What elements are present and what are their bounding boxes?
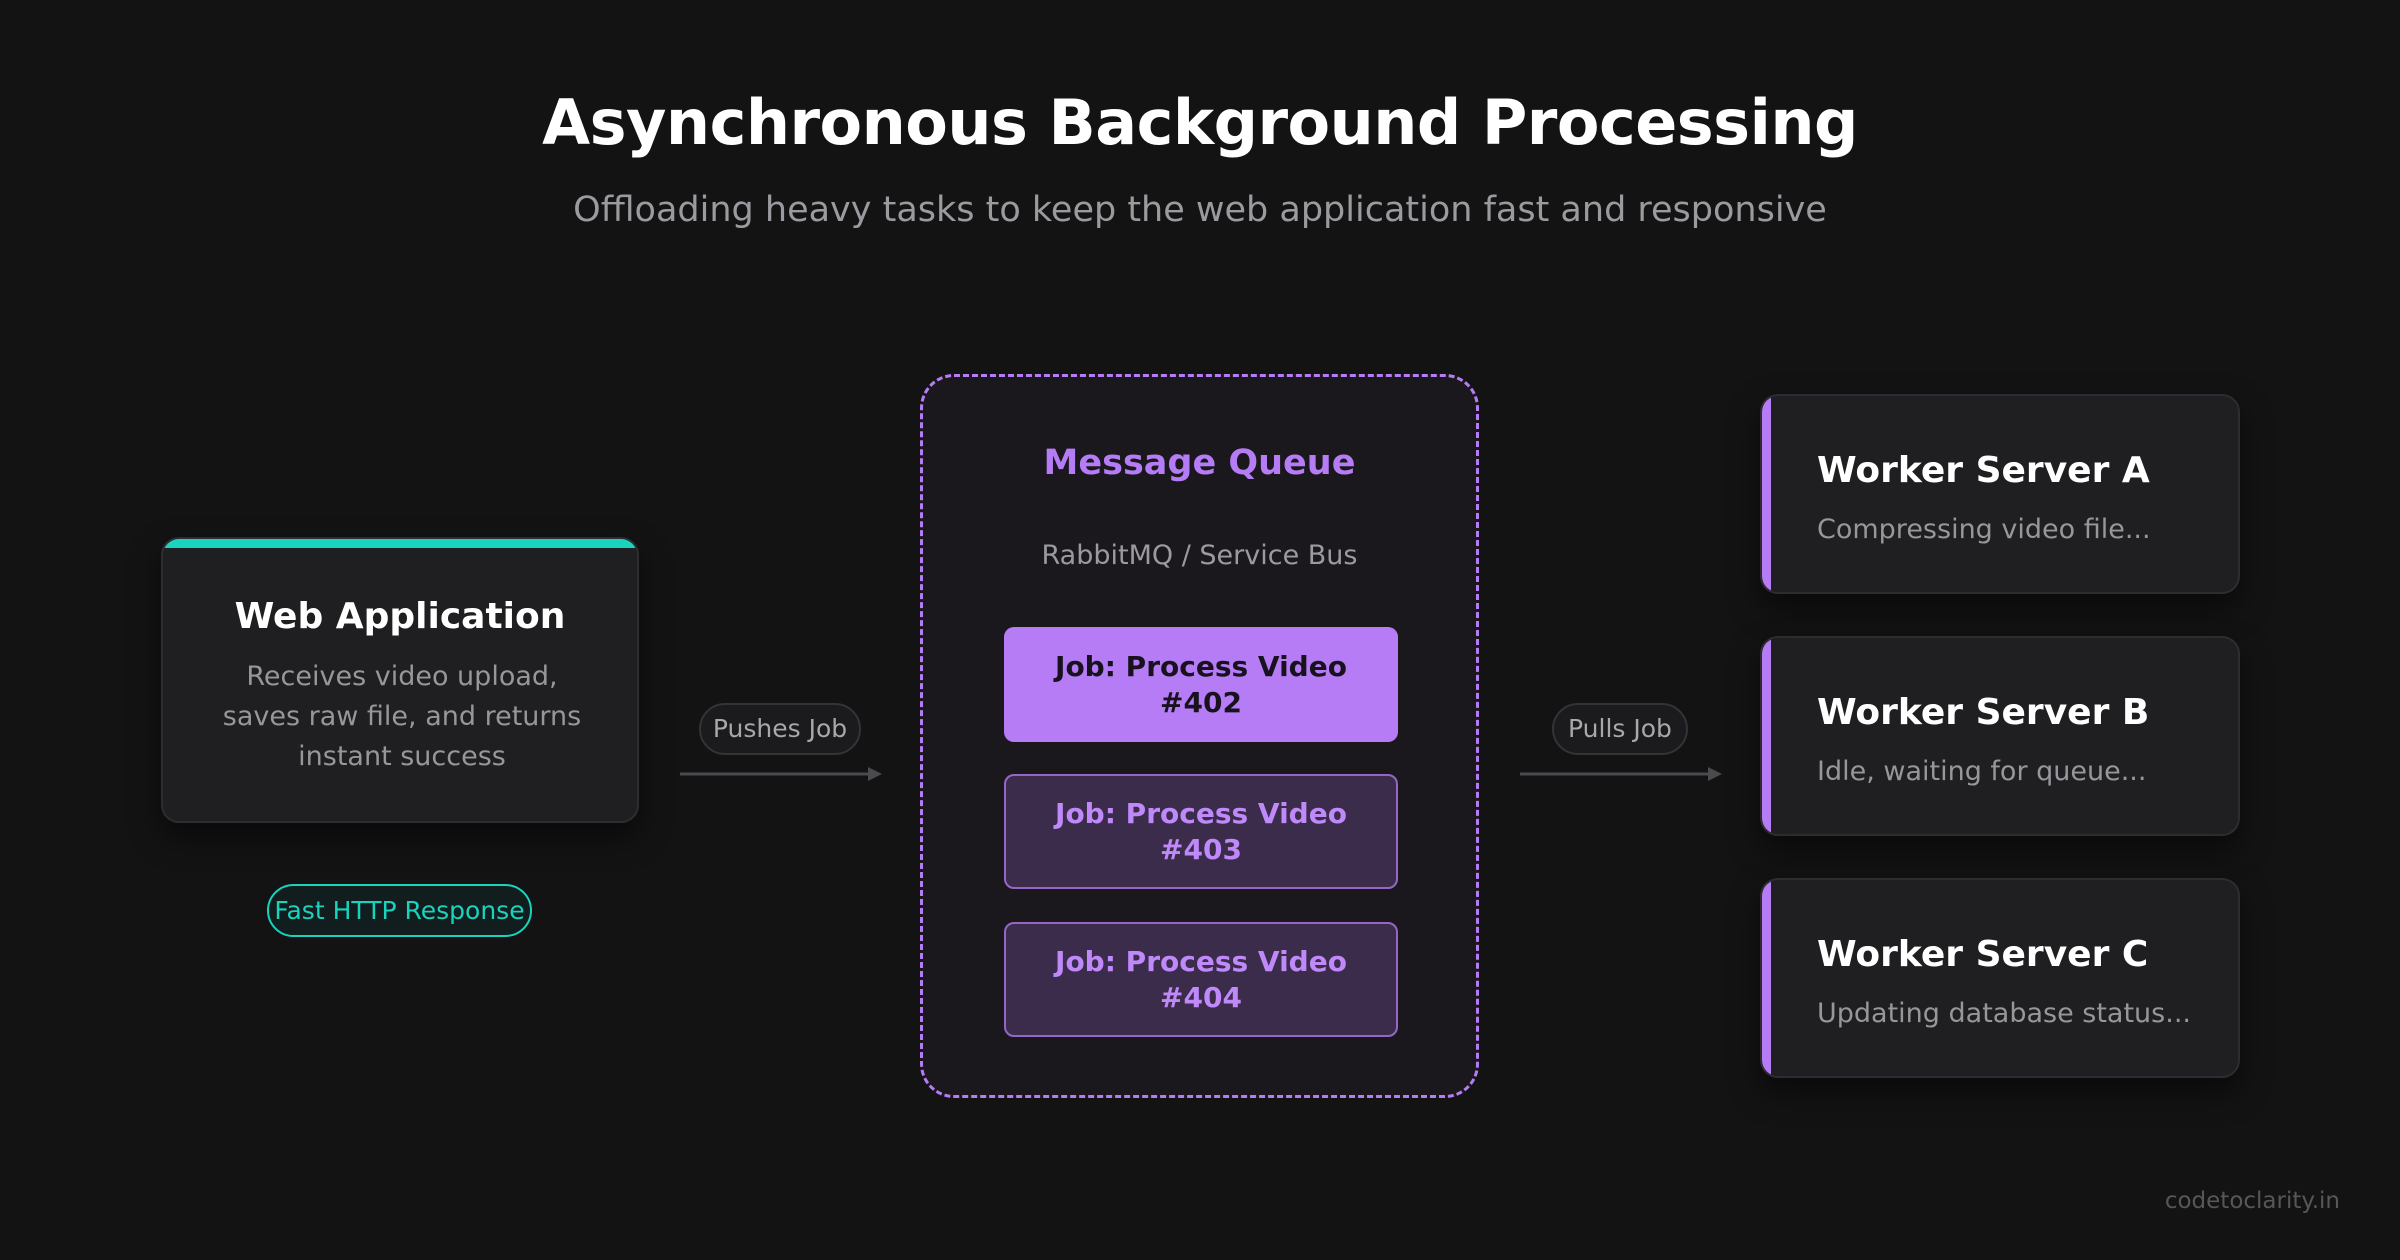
diagram-subtitle: Offloading heavy tasks to keep the web a…	[573, 190, 1827, 230]
message-queue-container: Message Queue RabbitMQ / Service Bus Job…	[920, 374, 1479, 1098]
web-application-description: Receives video upload, saves raw file, a…	[222, 661, 582, 772]
worker-server-a-title: Worker Server A	[1817, 450, 2150, 491]
worker-server-b-status: Idle, waiting for queue...	[1817, 756, 2147, 787]
worker-server-b-card: Worker Server B Idle, waiting for queue.…	[1760, 636, 2240, 836]
worker-server-c-title: Worker Server C	[1817, 934, 2149, 975]
worker-server-c-card: Worker Server C Updating database status…	[1760, 878, 2240, 1078]
watermark: codetoclarity.in	[2164, 1188, 2340, 1214]
pull-arrow-icon	[1520, 767, 1722, 781]
fast-http-response-badge: Fast HTTP Response	[267, 884, 532, 937]
web-application-card: Web Application Receives video upload, s…	[161, 537, 639, 823]
diagram-title: Asynchronous Background Processing	[542, 86, 1858, 159]
message-queue-subtitle: RabbitMQ / Service Bus	[1041, 540, 1358, 571]
worker-server-a-card: Worker Server A Compressing video file..…	[1760, 394, 2240, 594]
worker-accent-bar	[1762, 880, 1771, 1076]
worker-server-b-title: Worker Server B	[1817, 692, 2150, 733]
queue-job-403: Job: Process Video #403	[1004, 774, 1398, 889]
worker-server-a-status: Compressing video file...	[1817, 514, 2151, 545]
web-application-accent-bar	[163, 539, 637, 548]
worker-accent-bar	[1762, 396, 1771, 592]
push-arrow-icon	[680, 767, 882, 781]
queue-job-402: Job: Process Video #402	[1004, 627, 1398, 742]
web-application-title: Web Application	[234, 596, 566, 637]
pulls-job-label: Pulls Job	[1552, 703, 1688, 755]
pushes-job-label: Pushes Job	[699, 703, 861, 755]
message-queue-title: Message Queue	[1043, 443, 1356, 483]
queue-job-404: Job: Process Video #404	[1004, 922, 1398, 1037]
worker-server-c-status: Updating database status...	[1817, 998, 2191, 1029]
worker-accent-bar	[1762, 638, 1771, 834]
